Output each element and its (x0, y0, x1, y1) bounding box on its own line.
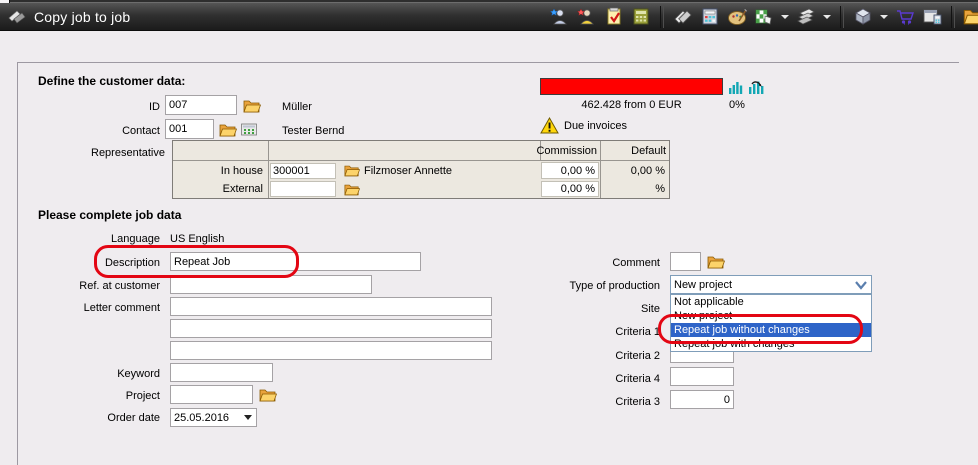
project-input[interactable] (170, 385, 253, 404)
credit-limit-bar (540, 78, 723, 95)
folder-icon[interactable] (963, 7, 978, 27)
type-of-production-label: Type of production (518, 280, 660, 292)
table-header-empty (268, 141, 540, 161)
dropdown-annotation-oval (658, 314, 863, 344)
credit-percent-text: 0% (712, 99, 762, 111)
customer-name: Müller (282, 101, 312, 113)
project-label: Project (20, 390, 160, 402)
table-header-empty (173, 141, 268, 161)
order-date-combo[interactable]: 25.05.2016 (170, 408, 257, 427)
cart-icon[interactable] (894, 7, 916, 27)
description-annotation-oval (94, 245, 299, 278)
criteria4-input[interactable] (670, 367, 734, 386)
criteria3-label: Criteria 3 (518, 396, 660, 408)
window-icon (8, 9, 26, 24)
letter-comment-label: Letter comment (20, 302, 160, 314)
external-row-label: External (173, 180, 268, 198)
toolbar (549, 2, 978, 31)
project-folder-icon[interactable] (259, 388, 277, 405)
letter-comment-input-2[interactable] (170, 319, 492, 338)
inhouse-content-cell: Filzmoser Annette (268, 161, 540, 180)
keyword-label: Keyword (20, 368, 160, 380)
calculator-icon[interactable] (630, 7, 652, 27)
letter-comment-input-1[interactable] (170, 297, 492, 316)
contact-label: Contact (20, 125, 160, 137)
toolbar-separator (660, 6, 664, 28)
contact-input[interactable] (165, 119, 214, 139)
order-date-label: Order date (20, 412, 160, 424)
chevron-down-icon[interactable] (244, 415, 252, 420)
window-top-notch (0, 0, 10, 3)
toolbar-separator (951, 6, 955, 28)
job-section-heading: Please complete job data (38, 208, 181, 222)
dropdown-option-not-applicable[interactable]: Not applicable (671, 295, 871, 309)
ref-at-customer-label: Ref. at customer (20, 280, 160, 292)
customer-section-heading: Define the customer data: (38, 74, 185, 88)
site-label: Site (518, 303, 660, 315)
window-title: Copy job to job (34, 9, 130, 25)
external-content-cell (268, 180, 540, 198)
contact-card-icon[interactable] (241, 123, 257, 139)
invoice-window-icon[interactable] (921, 7, 943, 27)
note-check-icon[interactable] (603, 7, 625, 27)
language-label: Language (20, 233, 160, 245)
inhouse-default-cell: 0,00 % (600, 161, 669, 180)
inhouse-row-label: In house (173, 161, 268, 180)
external-default-cell: % (600, 180, 669, 198)
due-invoices-label[interactable]: Due invoices (564, 120, 627, 132)
palette-icon[interactable] (726, 7, 748, 27)
type-of-production-combo[interactable]: New project (670, 275, 872, 294)
external-commission-cell[interactable]: 0,00 % (541, 181, 599, 197)
calc-table-icon[interactable] (699, 7, 721, 27)
inhouse-rep-input[interactable] (270, 163, 336, 179)
default-header: Default (600, 141, 669, 161)
id-label: ID (20, 101, 160, 113)
contact-add-icon[interactable] (549, 7, 571, 27)
inhouse-folder-icon[interactable] (344, 164, 360, 177)
external-folder-icon[interactable] (344, 183, 360, 196)
credit-amount-text: 462.428 from 0 EUR (540, 99, 723, 111)
criteria1-label: Criteria 1 (518, 326, 660, 338)
language-value: US English (170, 233, 224, 245)
comment-input[interactable] (670, 252, 701, 271)
toolbar-separator (840, 6, 844, 28)
warning-icon (540, 117, 559, 137)
id-folder-icon[interactable] (243, 99, 261, 116)
combo-chevron-icon[interactable] (854, 280, 868, 290)
criteria4-label: Criteria 4 (518, 373, 660, 385)
order-date-value: 25.05.2016 (171, 412, 244, 424)
criteria3-input[interactable] (670, 390, 734, 409)
chart-refresh-icon[interactable] (747, 79, 765, 98)
cube-icon[interactable] (852, 7, 874, 27)
paper-stack-dropdown-icon[interactable] (823, 15, 831, 19)
comment-folder-icon[interactable] (707, 255, 725, 272)
keyword-input[interactable] (170, 363, 273, 382)
statistics-chart-icon[interactable] (728, 79, 744, 98)
contact-folder-icon[interactable] (219, 123, 237, 140)
representative-label: Representative (20, 147, 165, 159)
booking-icon[interactable] (672, 7, 694, 27)
materials-icon[interactable] (753, 7, 775, 27)
materials-dropdown-icon[interactable] (781, 15, 789, 19)
representative-table: Commission Default In house Filzmoser An… (172, 140, 670, 199)
id-input[interactable] (165, 95, 237, 115)
contact-name: Tester Bernd (282, 125, 344, 137)
inhouse-commission-cell[interactable]: 0,00 % (541, 162, 599, 179)
letter-comment-input-3[interactable] (170, 341, 492, 360)
cube-dropdown-icon[interactable] (880, 15, 888, 19)
comment-label: Comment (518, 257, 660, 269)
commission-header: Commission (540, 141, 600, 161)
copy-job-to-job-window: Copy job to job (0, 0, 978, 465)
external-rep-input[interactable] (270, 181, 336, 197)
contact-add2-icon[interactable] (576, 7, 598, 27)
type-of-production-value: New project (671, 279, 854, 291)
inhouse-rep-name: Filzmoser Annette (364, 165, 452, 177)
criteria2-label: Criteria 2 (518, 350, 660, 362)
paper-stack-icon[interactable] (795, 7, 817, 27)
